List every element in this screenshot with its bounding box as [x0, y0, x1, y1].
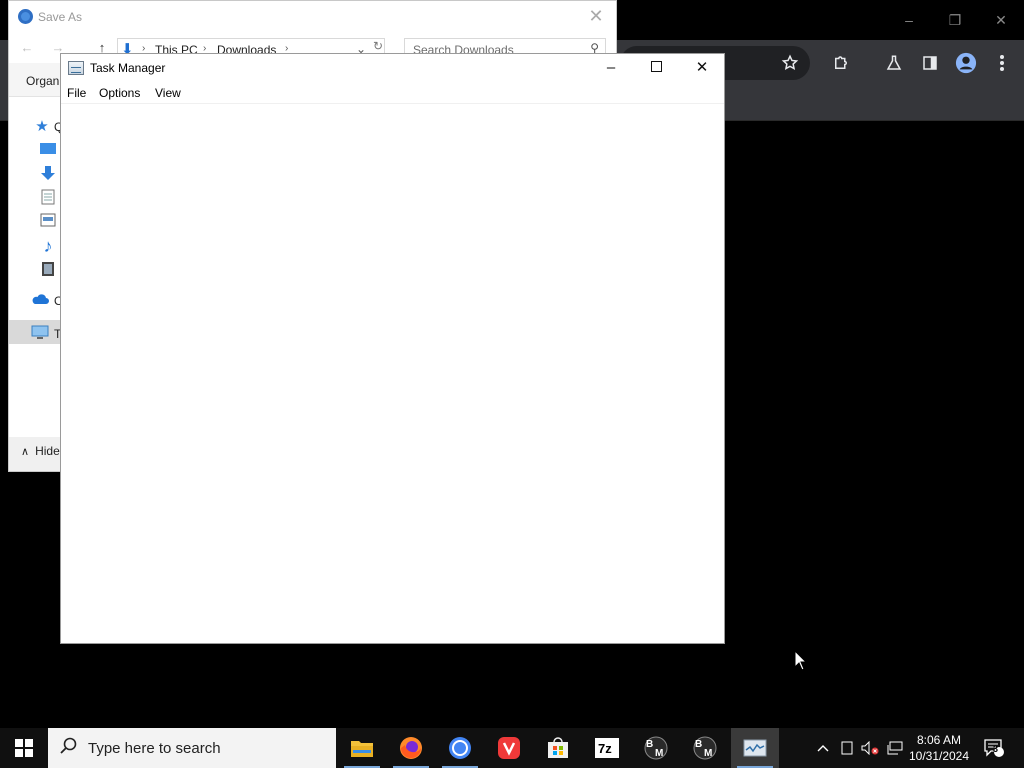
tray-device-icon[interactable]: [837, 728, 857, 768]
taskbar-firefox[interactable]: [387, 728, 435, 768]
svg-text:M: M: [704, 748, 712, 759]
taskbar-search-box[interactable]: Type here to search: [48, 728, 336, 768]
mouse-cursor-icon: [794, 650, 808, 671]
refresh-icon[interactable]: ↻: [373, 39, 383, 53]
taskbar-vivaldi[interactable]: [485, 728, 533, 768]
chrome-minimize-button[interactable]: –: [886, 6, 932, 34]
task-manager-title: Task Manager: [90, 61, 166, 75]
clock-time: 8:06 AM: [916, 733, 962, 747]
search-icon: [60, 737, 78, 760]
menu-view[interactable]: View: [155, 86, 181, 100]
taskbar-task-manager[interactable]: [731, 728, 779, 768]
vivaldi-icon: [498, 737, 520, 759]
microsoft-store-icon: [548, 737, 568, 758]
pictures-icon[interactable]: [39, 213, 57, 231]
clock-date: 10/31/2024: [908, 749, 970, 763]
action-center-notifications-icon[interactable]: 3: [980, 728, 1008, 768]
task-manager-titlebar[interactable]: Task Manager – ✕: [61, 54, 724, 83]
close-button[interactable]: ✕: [679, 54, 725, 83]
minimize-button[interactable]: –: [588, 54, 634, 83]
show-hidden-icons-chevron-icon[interactable]: [812, 728, 834, 768]
task-manager-menubar: File Options View: [61, 83, 724, 104]
taskbar-7zip[interactable]: 7z: [583, 728, 631, 768]
chrome-close-button[interactable]: ✕: [978, 6, 1024, 34]
bm-app-icon: BM: [693, 736, 717, 760]
svg-text:B: B: [695, 739, 702, 750]
start-button[interactable]: [0, 728, 48, 768]
taskbar-clock[interactable]: 8:06 AM 10/31/2024: [904, 732, 974, 764]
taskbar-search-placeholder: Type here to search: [88, 740, 221, 757]
taskbar: Type here to search 7z BM BM 8:06 AM 10/…: [0, 728, 1024, 768]
task-manager-content-area: [61, 104, 724, 643]
maximize-button[interactable]: [633, 54, 679, 83]
downloads-arrow-icon[interactable]: [39, 165, 57, 183]
back-arrow-icon[interactable]: ←: [18, 39, 36, 57]
maximize-icon: [650, 61, 662, 72]
quick-access-star-icon[interactable]: ★: [33, 118, 51, 136]
svg-text:7z: 7z: [598, 741, 612, 756]
side-panel-icon[interactable]: [917, 50, 943, 76]
taskbar-file-explorer[interactable]: [338, 728, 386, 768]
labs-flask-icon[interactable]: [881, 50, 907, 76]
onedrive-cloud-icon[interactable]: [31, 292, 49, 310]
profile-avatar-icon[interactable]: [953, 50, 979, 76]
menu-options[interactable]: Options: [99, 86, 140, 100]
chrome-app-icon: [18, 9, 33, 24]
svg-text:M: M: [655, 748, 663, 759]
task-manager-icon: [743, 739, 767, 757]
svg-text:B: B: [646, 739, 653, 750]
firefox-icon: [400, 737, 422, 759]
save-as-titlebar: Save As ✕: [9, 1, 616, 33]
music-note-icon[interactable]: ♪: [39, 237, 57, 255]
network-icon[interactable]: [884, 728, 906, 768]
chrome-restore-button[interactable]: ❐: [932, 6, 978, 34]
menu-file[interactable]: File: [67, 86, 86, 100]
bm-app-icon: BM: [644, 736, 668, 760]
notification-count-badge: 3: [993, 744, 999, 754]
extensions-puzzle-icon[interactable]: [828, 50, 854, 76]
hide-folders-button[interactable]: ∧ Hide: [21, 444, 60, 458]
taskbar-chrome[interactable]: [436, 728, 484, 768]
videos-icon[interactable]: [39, 261, 57, 279]
save-as-title: Save As: [38, 10, 83, 24]
taskbar-bm-app-1[interactable]: BM: [632, 728, 680, 768]
save-as-close-button[interactable]: ✕: [584, 5, 608, 29]
7zip-icon: 7z: [595, 738, 619, 758]
documents-icon[interactable]: [39, 189, 57, 207]
chevron-up-icon: ∧: [21, 446, 30, 458]
desktop-icon[interactable]: [39, 142, 57, 160]
hide-folders-label: Hide: [35, 444, 60, 458]
windows-logo-icon: [15, 739, 33, 757]
file-explorer-folder-icon: [351, 741, 373, 757]
this-pc-monitor-icon[interactable]: [31, 325, 49, 343]
task-manager-app-icon: [68, 61, 84, 75]
volume-muted-icon[interactable]: [859, 728, 881, 768]
taskbar-microsoft-store[interactable]: [534, 728, 582, 768]
task-manager-window: Task Manager – ✕ File Options View: [60, 53, 725, 644]
chrome-menu-kebab-icon[interactable]: [989, 50, 1015, 76]
bookmark-star-icon[interactable]: [777, 50, 803, 76]
organize-button[interactable]: Organ: [26, 74, 59, 88]
chrome-icon: [449, 737, 471, 759]
taskbar-bm-app-2[interactable]: BM: [681, 728, 729, 768]
